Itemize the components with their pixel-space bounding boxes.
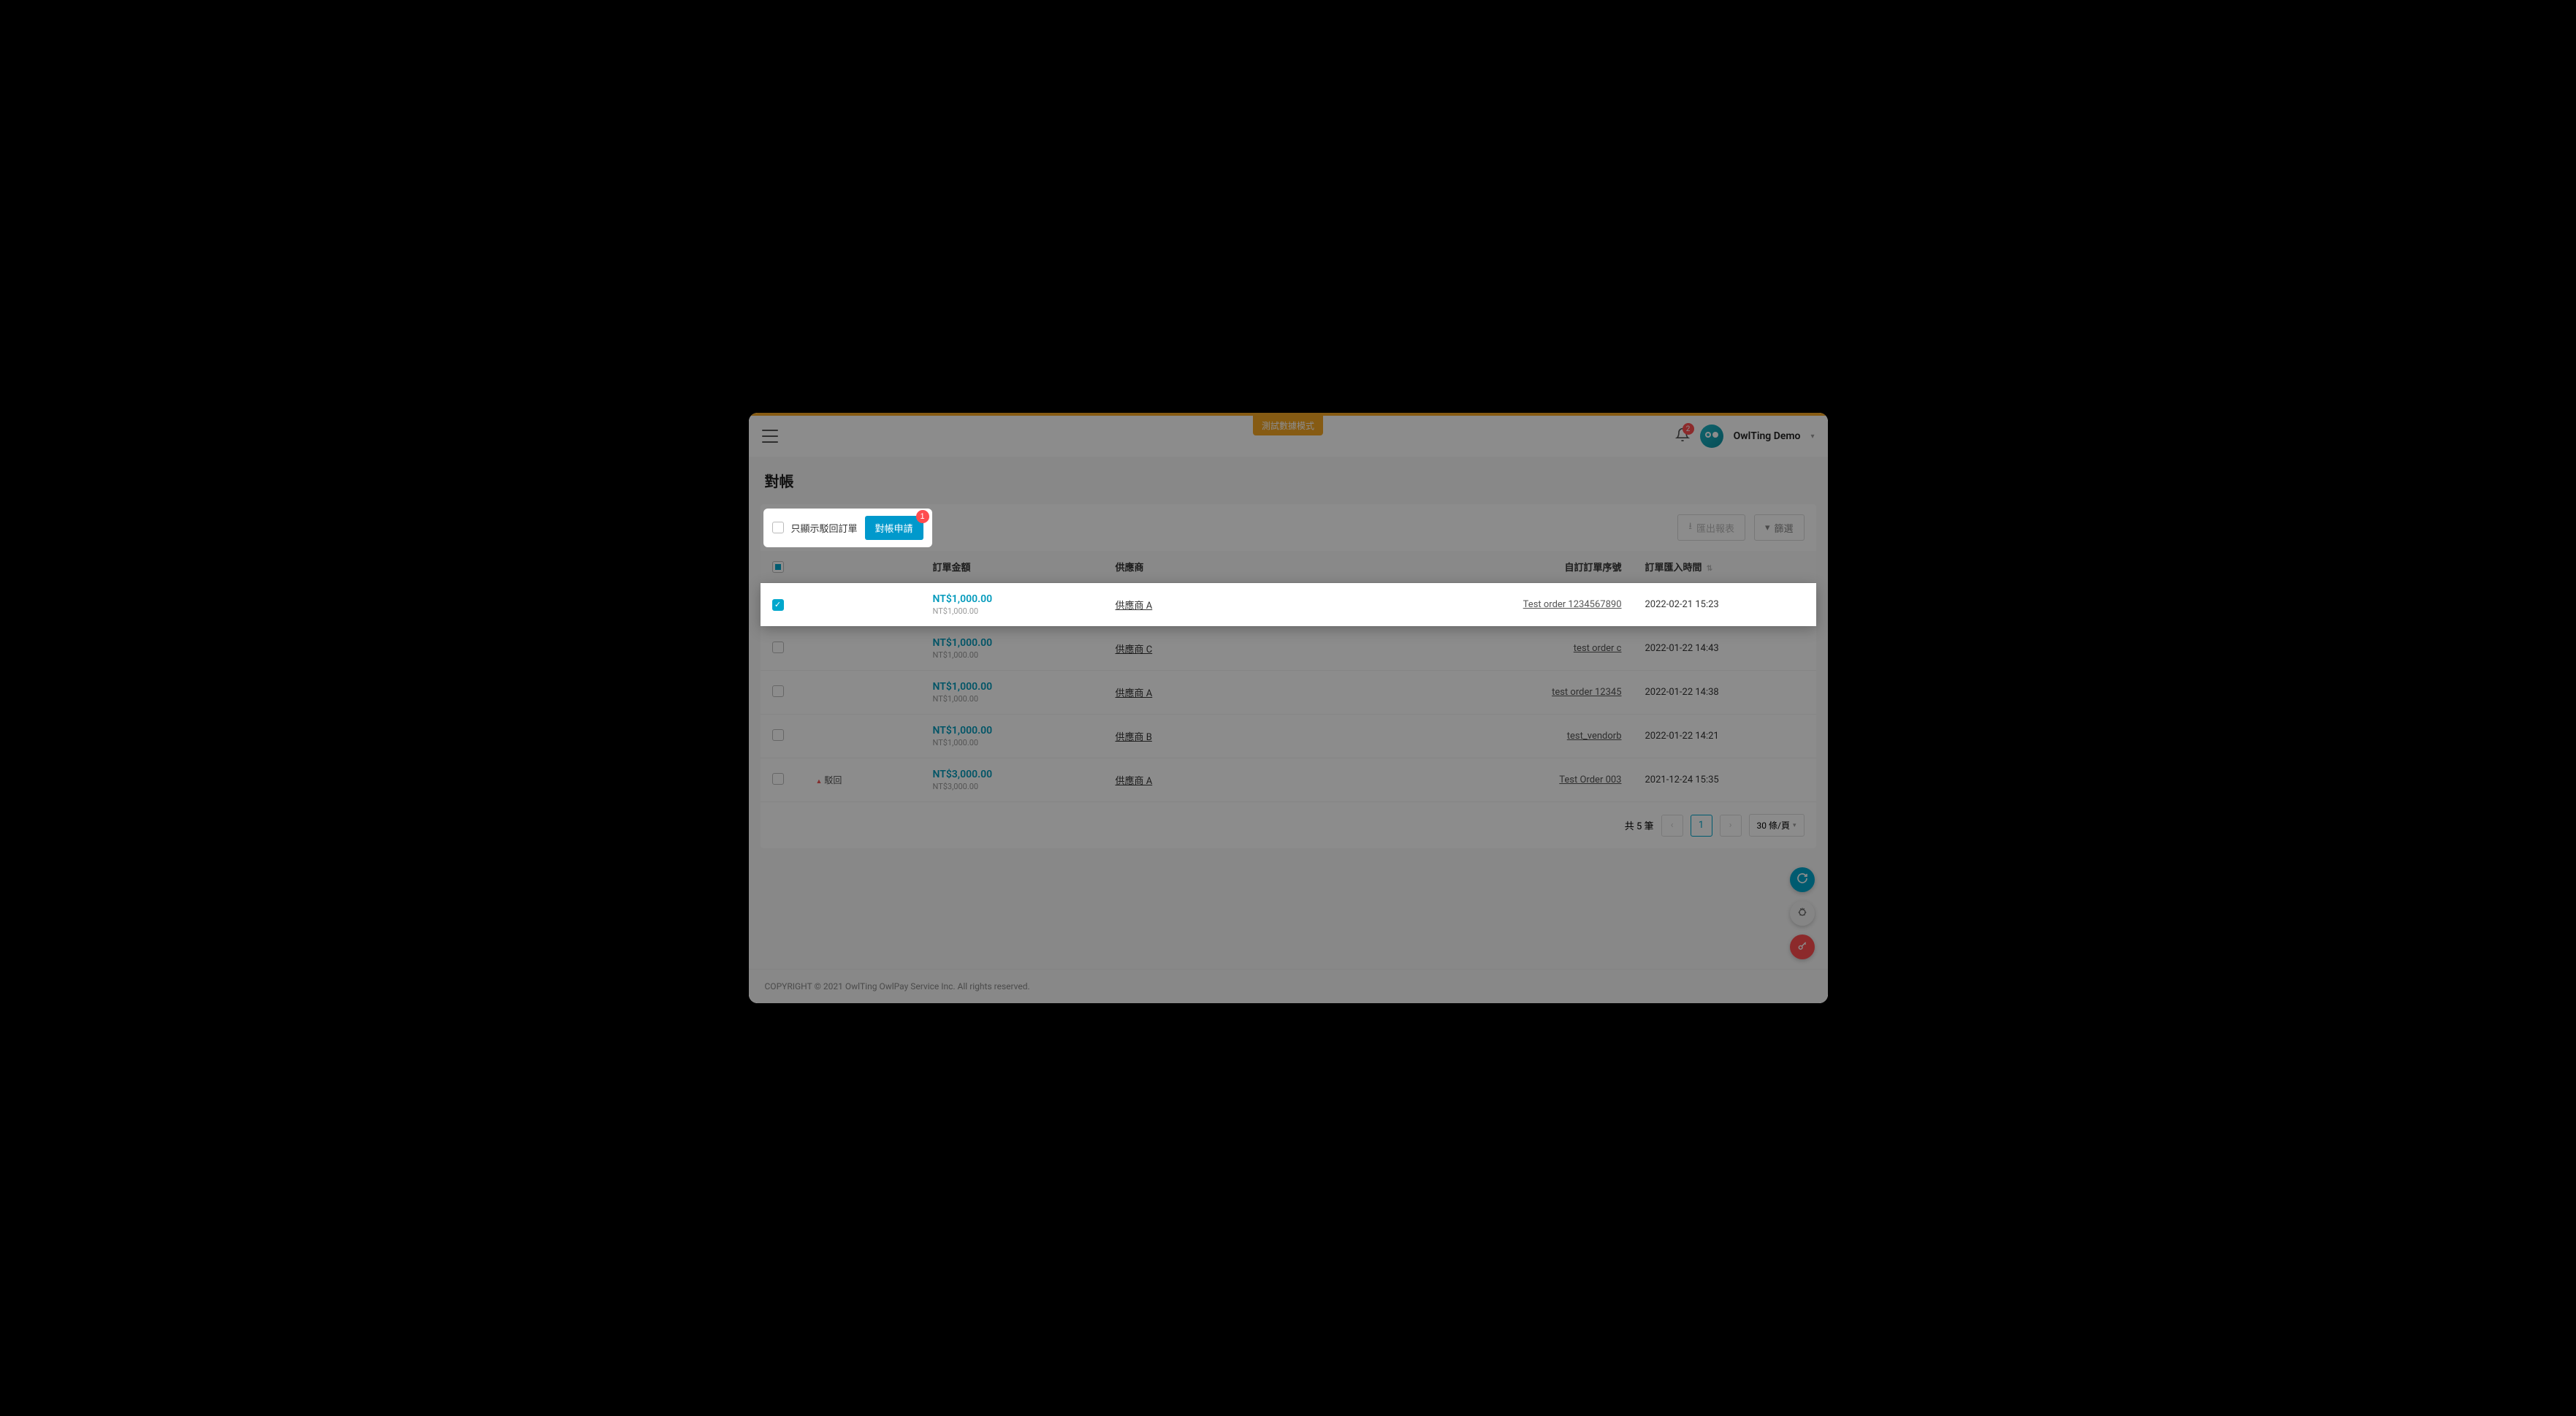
footer-copyright: COPYRIGHT © 2021 OwlTing OwlPay Service …: [749, 969, 1828, 1003]
select-all-checkbox[interactable]: [772, 561, 784, 573]
download-icon: ⭳: [1688, 519, 1692, 536]
row-checkbox[interactable]: [772, 599, 784, 611]
order-number-link[interactable]: test order 12345: [1552, 687, 1621, 698]
toolbar-right: ⭳ 匯出報表 ▾ 篩選: [1677, 514, 1804, 541]
amount-main: NT$1,000.00: [933, 681, 1092, 693]
notification-count-badge: 2: [1683, 423, 1694, 435]
col-header-vendor[interactable]: 供應商: [1104, 551, 1444, 583]
order-number-link[interactable]: test_vendorb: [1567, 731, 1622, 742]
amount-main: NT$1,000.00: [933, 593, 1092, 605]
key-icon: [1797, 940, 1807, 954]
toolbar-left-spotlight: 只顯示駁回訂單 對帳申請 1: [763, 509, 932, 547]
filter-icon: ▾: [1765, 522, 1770, 533]
only-rejected-label: 只顯示駁回訂單: [791, 521, 858, 535]
import-time: 2022-01-22 14:43: [1634, 627, 1816, 671]
test-mode-badge: 測試數據模式: [1253, 416, 1323, 435]
import-time: 2022-02-21 15:23: [1634, 583, 1816, 627]
bug-icon: [1796, 906, 1808, 921]
pagination-prev[interactable]: ‹: [1661, 815, 1683, 837]
debug-fab[interactable]: [1790, 901, 1815, 926]
export-report-button[interactable]: ⭳ 匯出報表: [1677, 514, 1745, 541]
page-title-bar: 對帳: [749, 457, 1828, 504]
only-rejected-checkbox[interactable]: [772, 522, 784, 533]
avatar[interactable]: [1700, 425, 1723, 448]
filter-button[interactable]: ▾ 篩選: [1754, 514, 1805, 541]
topbar-right: 2 OwlTing Demo ▾: [1675, 425, 1815, 448]
amount-sub: NT$1,000.00: [933, 738, 1092, 747]
notifications-button[interactable]: 2: [1675, 427, 1690, 445]
orders-table: 訂單金額 供應商 自訂訂單序號 訂單匯入時間 ⇅ NT$1,000.00NT$1…: [761, 551, 1816, 802]
menu-toggle-button[interactable]: [762, 430, 778, 443]
import-time: 2021-12-24 15:35: [1634, 758, 1816, 802]
amount-main: NT$1,000.00: [933, 725, 1092, 736]
reconcile-apply-badge: 1: [916, 510, 929, 523]
row-checkbox[interactable]: [772, 685, 784, 697]
pagination-page-1[interactable]: 1: [1691, 815, 1712, 837]
row-checkbox[interactable]: [772, 642, 784, 653]
vendor-link[interactable]: 供應商 A: [1116, 601, 1153, 612]
amount-sub: NT$1,000.00: [933, 694, 1092, 704]
amount-main: NT$1,000.00: [933, 637, 1092, 649]
key-fab[interactable]: [1790, 935, 1815, 959]
vendor-link[interactable]: 供應商 A: [1116, 688, 1153, 699]
table-row[interactable]: NT$1,000.00NT$1,000.00 供應商 C test order c 2…: [761, 627, 1816, 671]
table-row[interactable]: NT$1,000.00NT$1,000.00 供應商 A Test order 12…: [761, 583, 1816, 627]
row-checkbox[interactable]: [772, 729, 784, 741]
reconcile-apply-label: 對帳申請: [875, 523, 913, 534]
col-header-orderno[interactable]: 自訂訂單序號: [1444, 551, 1634, 583]
amount-main: NT$3,000.00: [933, 769, 1092, 780]
sort-icon: ⇅: [1707, 565, 1712, 573]
vendor-link[interactable]: 供應商 C: [1116, 644, 1153, 655]
order-number-link[interactable]: Test Order 003: [1559, 774, 1621, 785]
toolbar: 只顯示駁回訂單 對帳申請 1 ⭳ 匯出報表 ▾ 篩選: [761, 504, 1816, 551]
import-time: 2022-01-22 14:38: [1634, 671, 1816, 715]
content-panel: 只顯示駁回訂單 對帳申請 1 ⭳ 匯出報表 ▾ 篩選: [761, 504, 1816, 848]
reconcile-apply-button[interactable]: 對帳申請 1: [865, 516, 923, 540]
pagination-total: 共 5 筆: [1625, 818, 1654, 832]
amount-sub: NT$1,000.00: [933, 606, 1092, 616]
table-row[interactable]: ▲駁回 NT$3,000.00 NT$3,000.00 供應商 A Test Order…: [761, 758, 1816, 802]
rejected-badge: ▲駁回: [816, 775, 842, 785]
order-number-link[interactable]: Test order 1234567890: [1523, 599, 1622, 610]
row-checkbox[interactable]: [772, 773, 784, 785]
vendor-link[interactable]: 供應商 B: [1116, 732, 1152, 743]
col-header-import-time[interactable]: 訂單匯入時間 ⇅: [1634, 551, 1816, 583]
pagination: 共 5 筆 ‹ 1 › 30 條/頁 ▾: [761, 802, 1816, 848]
page-title: 對帳: [765, 470, 1812, 491]
import-time: 2022-01-22 14:21: [1634, 715, 1816, 758]
table-row[interactable]: NT$1,000.00NT$1,000.00 供應商 A test order 12…: [761, 671, 1816, 715]
col-header-amount[interactable]: 訂單金額: [921, 551, 1104, 583]
warning-triangle-icon: ▲: [816, 778, 823, 785]
table-row[interactable]: NT$1,000.00 NT$1,000.00 供應商 B test_vendorb 2…: [761, 715, 1816, 758]
sync-fab[interactable]: [1790, 867, 1815, 892]
order-number-link[interactable]: test order c: [1574, 643, 1622, 654]
export-report-label: 匯出報表: [1696, 521, 1734, 535]
amount-sub: NT$1,000.00: [933, 650, 1092, 660]
app-frame: 測試數據模式 2 OwlTing Demo ▾ 對帳 只顯示駁回訂單: [749, 413, 1828, 1003]
amount-sub: NT$3,000.00: [933, 782, 1092, 791]
chevron-down-icon: ▾: [1793, 822, 1796, 829]
vendor-link[interactable]: 供應商 A: [1116, 776, 1153, 787]
pagination-next[interactable]: ›: [1720, 815, 1742, 837]
chevron-down-icon[interactable]: ▾: [1810, 433, 1814, 441]
sync-icon: [1796, 872, 1808, 887]
username-label: OwlTing Demo: [1734, 430, 1801, 442]
fab-column: [1790, 867, 1815, 959]
filter-label: 篩選: [1774, 521, 1793, 535]
page-size-select[interactable]: 30 條/頁 ▾: [1749, 814, 1805, 837]
